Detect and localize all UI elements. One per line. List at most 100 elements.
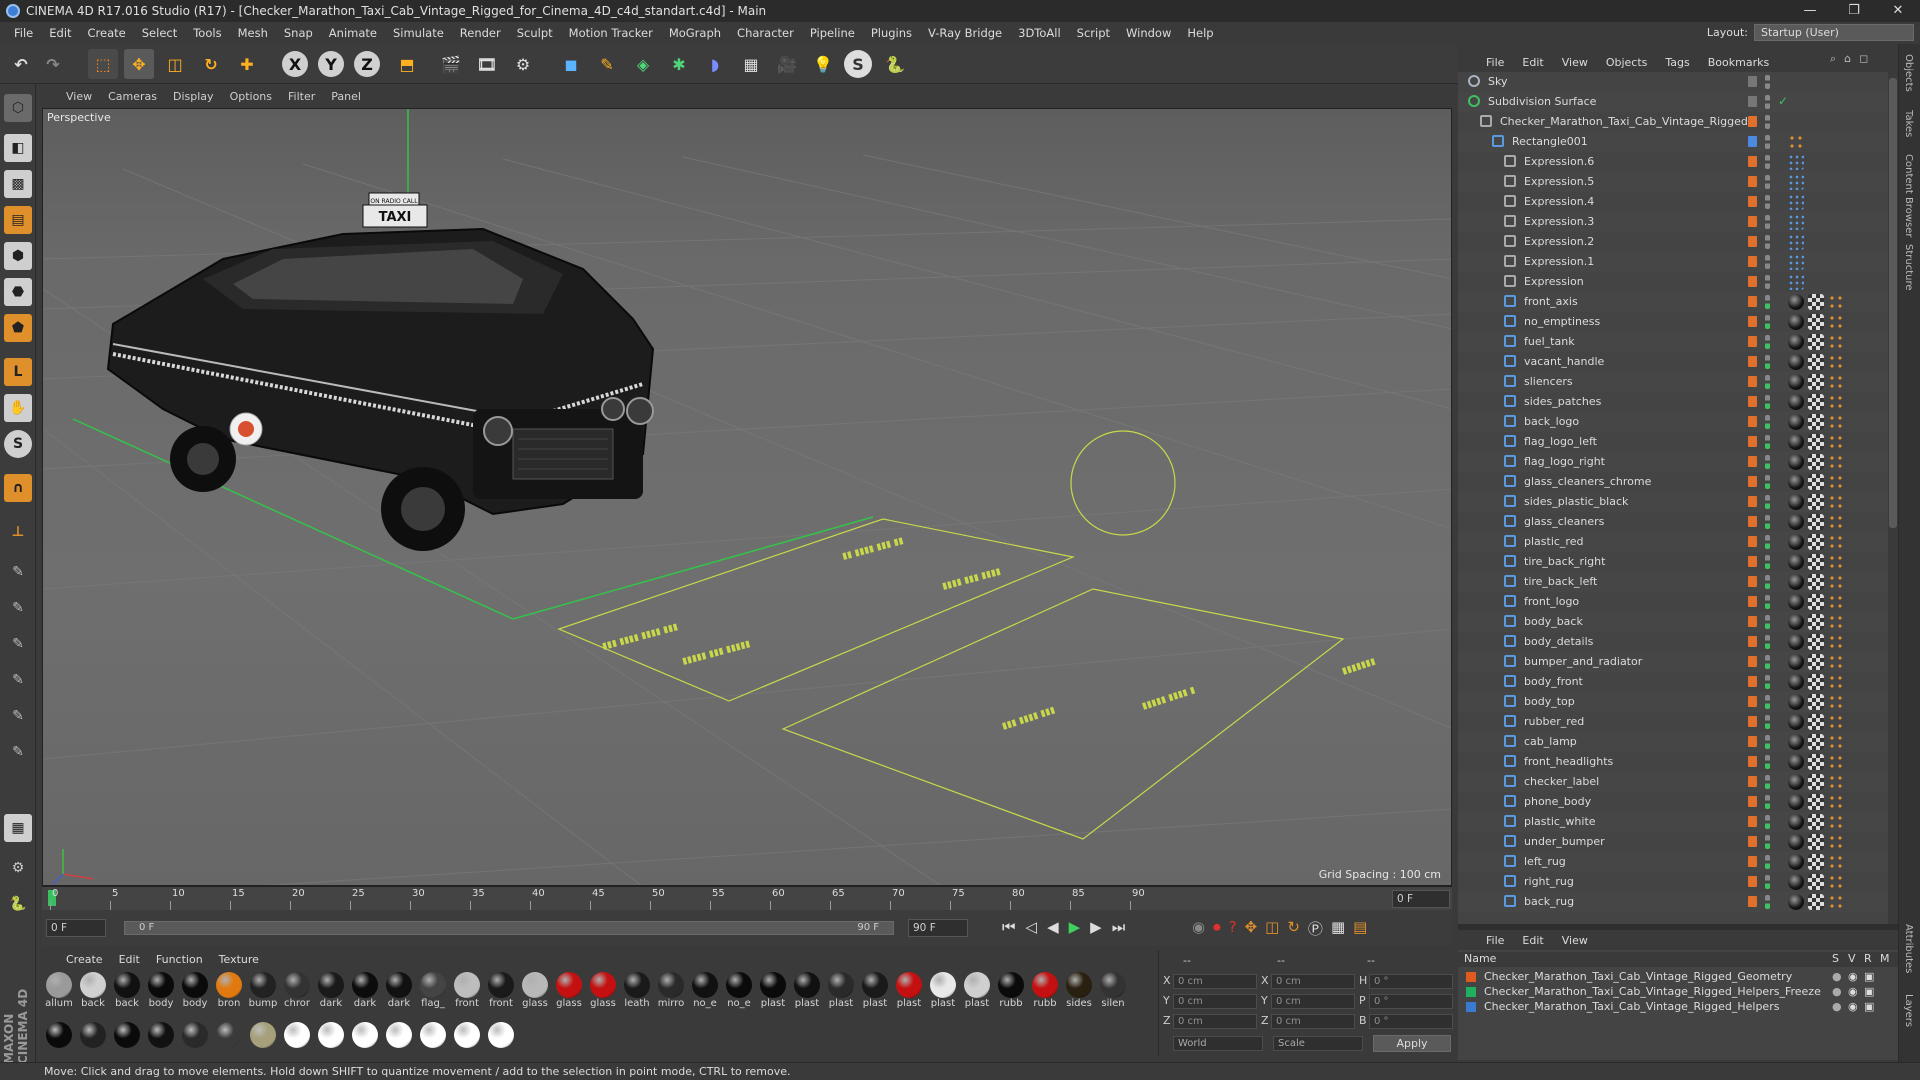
viewport-menu-display[interactable]: Display [173,90,214,103]
home-icon[interactable]: ⌂ [1844,52,1851,66]
tab-takes[interactable]: Takes [1903,110,1914,137]
visibility-dots[interactable] [1765,315,1770,329]
layer-color-swatch[interactable] [1748,516,1757,527]
object-row[interactable]: glass_cleaners [1458,512,1888,532]
position-field[interactable]: 0 cm [1173,974,1257,989]
material-swatch[interactable]: plast [792,972,822,1009]
visibility-dots[interactable] [1765,515,1770,529]
transform-tool-icon[interactable]: ✚ [232,49,262,79]
material-swatch[interactable]: plast [928,972,958,1009]
layer-color-swatch[interactable] [1748,616,1757,627]
selection-tag-icon[interactable] [1828,434,1844,450]
grid-snap-icon[interactable]: ▦ [4,814,32,842]
viewport-perspective[interactable]: Perspective ✥ ⇕ ⟲ ◻ [42,108,1452,886]
texture-tag-icon[interactable] [1808,314,1824,330]
visibility-dots[interactable] [1765,895,1770,909]
layer-color-swatch[interactable] [1748,776,1757,787]
object-row[interactable]: sides_patches [1458,392,1888,412]
menu-snap[interactable]: Snap [276,26,321,40]
layer-color-swatch[interactable] [1748,176,1757,187]
material-swatch[interactable] [418,1022,448,1048]
solo-toggle-icon[interactable]: ● [1832,1000,1842,1013]
object-row[interactable]: no_emptiness [1458,312,1888,332]
selection-tag-icon[interactable] [1828,454,1844,470]
layer-color-swatch[interactable] [1748,116,1757,127]
object-row[interactable]: Rectangle001 [1458,132,1888,152]
texture-tag-icon[interactable] [1808,434,1824,450]
object-row[interactable]: vacant_handle [1458,352,1888,372]
polygons-mode-icon[interactable]: ⬟ [4,314,32,342]
go-to-start-icon[interactable]: ⏮ [1002,918,1016,936]
brush-icon-2[interactable]: ✎ [4,594,32,622]
spline-tag-icon[interactable] [1788,134,1804,150]
material-swatch[interactable] [486,1022,516,1048]
texture-tag-icon[interactable] [1808,714,1824,730]
texture-tag-icon[interactable] [1808,814,1824,830]
material-swatch[interactable]: front [452,972,482,1009]
timeline-window-icon[interactable]: ▤ [1353,918,1367,939]
xpresso-tag-icon[interactable] [1788,194,1804,210]
brush-icon-1[interactable]: ✎ [4,558,32,586]
layer-color-swatch[interactable] [1748,536,1757,547]
layer-color-swatch[interactable] [1748,416,1757,427]
menu-sculpt[interactable]: Sculpt [509,26,561,40]
taxi-cab-model[interactable]: TAXI ON RADIO CALL [106,192,655,551]
material-swatch[interactable]: glass [588,972,618,1009]
material-tag-icon[interactable] [1788,614,1804,630]
viewport-menu-view[interactable]: View [66,90,92,103]
material-tag-icon[interactable] [1788,834,1804,850]
live-selection-icon[interactable]: ⬚ [88,49,118,79]
layer-color-swatch[interactable] [1748,876,1757,887]
material-tag-icon[interactable] [1788,694,1804,710]
object-menu-view[interactable]: View [1562,56,1588,69]
lock-axis-icon[interactable]: ⊥ [4,518,32,546]
visibility-dots[interactable] [1765,635,1770,649]
object-row[interactable]: body_front [1458,672,1888,692]
layer-color-swatch[interactable] [1748,216,1757,227]
next-frame-icon[interactable]: ▶ [1090,918,1102,936]
visibility-dots[interactable] [1765,95,1770,109]
texture-tag-icon[interactable] [1808,354,1824,370]
material-menu-function[interactable]: Function [156,953,203,966]
selection-tag-icon[interactable] [1828,554,1844,570]
material-swatch[interactable]: plast [860,972,890,1009]
layer-color-swatch[interactable] [1466,972,1476,982]
visibility-dots[interactable] [1765,175,1770,189]
texture-tag-icon[interactable] [1808,454,1824,470]
material-swatch[interactable] [248,1022,278,1048]
menu-tools[interactable]: Tools [185,26,229,40]
maximize-button[interactable]: ❐ [1832,0,1876,22]
material-tag-icon[interactable] [1788,374,1804,390]
menu-file[interactable]: File [6,26,41,40]
points-mode-icon[interactable]: ⬢ [4,242,32,270]
layer-color-swatch[interactable] [1748,436,1757,447]
sculpt-icon[interactable]: ⚙ [4,854,32,882]
visibility-dots[interactable] [1765,455,1770,469]
material-swatch[interactable] [112,1022,142,1048]
magnet-icon[interactable]: ∩ [4,474,32,502]
snap-icon[interactable]: S [4,430,32,458]
xpresso-tag-icon[interactable] [1788,254,1804,270]
material-swatch[interactable]: silen [1098,972,1128,1009]
material-swatch[interactable]: plast [894,972,924,1009]
xpresso-tag-icon[interactable] [1788,234,1804,250]
material-swatch[interactable] [316,1022,346,1048]
tab-attributes[interactable]: Attributes [1903,924,1914,973]
visibility-dots[interactable] [1765,435,1770,449]
material-menu-texture[interactable]: Texture [219,953,259,966]
material-swatch[interactable]: dark [316,972,346,1009]
sketch-toon-icon[interactable]: S [844,50,872,78]
axis-mode-icon[interactable]: L [4,358,32,386]
menu-motion-tracker[interactable]: Motion Tracker [561,26,661,40]
visible-toggle-icon[interactable]: ◉ [1848,1000,1858,1013]
layer-row[interactable]: Checker_Marathon_Taxi_Cab_Vintage_Rigged… [1458,985,1898,1000]
object-row[interactable]: plastic_white [1458,812,1888,832]
brush-icon-3[interactable]: ✎ [4,630,32,658]
viewport-menu-options[interactable]: Options [230,90,272,103]
object-row[interactable]: under_bumper [1458,832,1888,852]
solo-toggle-icon[interactable]: ● [1832,970,1842,983]
object-menu-file[interactable]: File [1486,56,1504,69]
layer-color-swatch[interactable] [1748,636,1757,647]
object-menu-objects[interactable]: Objects [1606,56,1648,69]
coordinate-system-icon[interactable]: ⬒ [392,49,422,79]
